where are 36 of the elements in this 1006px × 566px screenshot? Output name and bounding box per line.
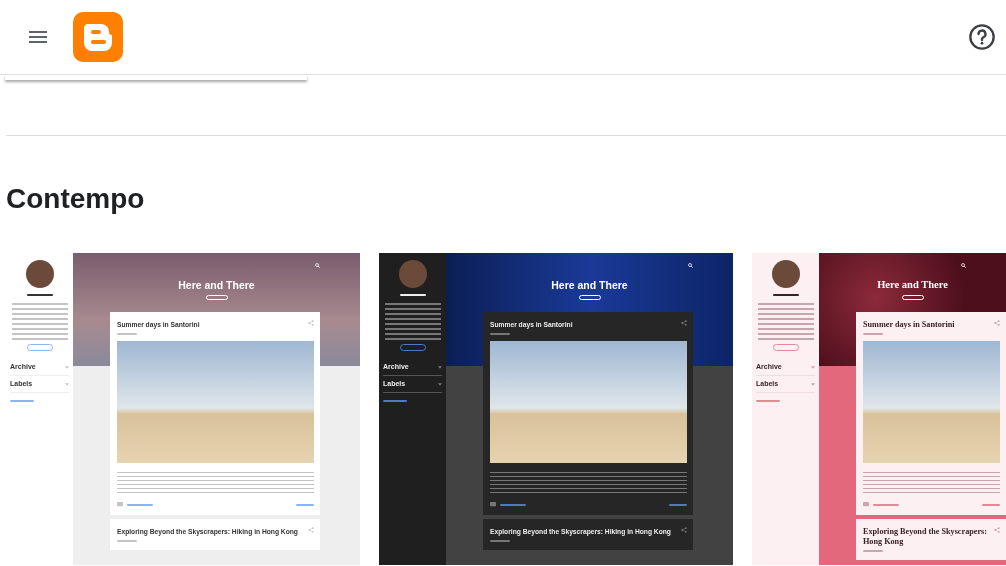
- chevron-icon: [811, 365, 815, 369]
- blurred-text: [669, 503, 687, 506]
- share-icon: [308, 320, 314, 326]
- share-icon: [681, 320, 687, 326]
- comment-icon: [117, 502, 123, 507]
- blurred-text: [873, 503, 899, 506]
- comment-icon: [490, 502, 496, 507]
- comment-icon: [863, 502, 869, 507]
- chevron-icon: [65, 365, 69, 369]
- search-icon: [688, 263, 693, 268]
- avatar: [398, 260, 427, 288]
- chevron-icon: [438, 382, 442, 386]
- blog-title: Here and There: [877, 279, 948, 291]
- search-icon: [961, 263, 966, 268]
- section-title: Contempo: [6, 182, 146, 216]
- blurred-text: [296, 503, 314, 506]
- share-icon: [994, 527, 1000, 533]
- share-icon: [681, 527, 687, 533]
- post-title: Hong Kong: [863, 537, 904, 547]
- post-title: Exploring Beyond the Skyscrapers:: [863, 527, 987, 537]
- blurred-text: [982, 503, 1000, 506]
- chevron-icon: [811, 382, 815, 386]
- search-icon: [315, 263, 320, 268]
- logo-icon[interactable]: [73, 12, 123, 62]
- blog-title: Here and There: [551, 279, 628, 291]
- avatar: [25, 260, 54, 288]
- avatar: [771, 260, 800, 288]
- help-icon[interactable]: [968, 23, 996, 51]
- chevron-icon: [438, 365, 442, 369]
- blurred-text: [500, 503, 526, 506]
- blurred-text: [127, 503, 153, 506]
- post-title: Summer days in Santorini: [863, 320, 955, 330]
- share-icon: [308, 527, 314, 533]
- chevron-icon: [65, 382, 69, 386]
- share-icon: [994, 320, 1000, 326]
- blog-title: Here and There: [178, 279, 255, 291]
